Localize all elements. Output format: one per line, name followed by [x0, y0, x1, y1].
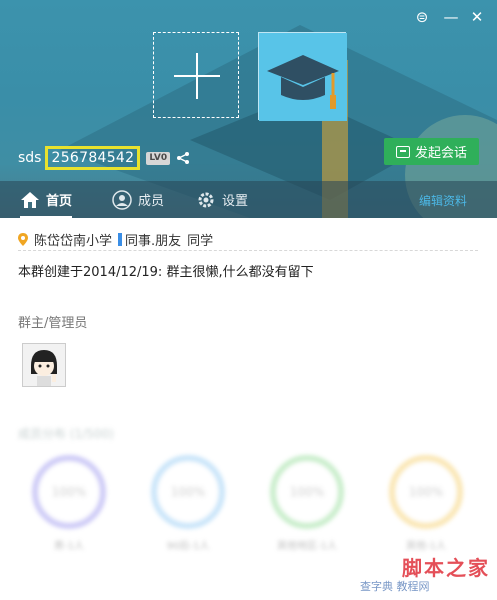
tab-settings[interactable]: 设置 — [196, 181, 248, 218]
region-ring-value: 100% — [289, 485, 325, 499]
group-number[interactable]: 256784542 — [45, 146, 141, 170]
gender-ring: 100% — [32, 455, 106, 529]
gender-ring-label: 男-1人 — [54, 541, 84, 552]
region-ring-label: 其他地区-1人 — [277, 541, 337, 552]
group-avatar[interactable] — [258, 32, 347, 121]
age-ring: 100% — [151, 455, 225, 529]
admin-avatar[interactable] — [22, 343, 66, 387]
group-tags-row: 陈岱岱南小学 同事.朋友 同学 — [18, 229, 478, 251]
tab-members[interactable]: 成员 — [112, 181, 164, 218]
start-chat-button[interactable]: 发起会话 — [384, 138, 479, 165]
admins-section-title: 群主/管理员 — [18, 316, 88, 331]
tab-settings-label: 设置 — [222, 194, 249, 209]
tab-home-label: 首页 — [46, 194, 73, 209]
group-tag: 同事.朋友 — [125, 234, 182, 249]
tag-marker — [118, 233, 123, 246]
tab-members-label: 成员 — [138, 194, 165, 209]
age-ring-label: 90后-1人 — [166, 541, 210, 552]
group-identity-row: sds 256784542 LV0 — [18, 146, 190, 170]
group-header-banner: ⊜ — ✕ sds 256784542 LV0 发起会话 首页 成员 设置 编辑… — [0, 0, 497, 218]
add-photo-button[interactable] — [153, 32, 239, 118]
minimize-icon[interactable]: — — [442, 9, 460, 25]
graduation-cap-icon — [259, 33, 347, 121]
tab-bar: 首页 成员 设置 编辑资料 — [0, 181, 497, 218]
occupation-ring-label: 其他-1人 — [406, 541, 446, 552]
distribution-title: 成员分布 (1/500) — [18, 427, 114, 441]
group-location: 陈岱岱南小学 — [34, 234, 113, 249]
group-tag-extra: 同学 — [187, 234, 214, 249]
watermark-subtitle: 查字典 教程网 — [360, 580, 430, 593]
close-icon[interactable]: ✕ — [468, 9, 486, 25]
share-icon[interactable] — [176, 151, 190, 165]
chat-bubble-icon — [395, 145, 410, 158]
occupation-ring: 100% — [389, 455, 463, 529]
level-badge: LV0 — [146, 151, 171, 165]
age-ring-value: 100% — [170, 485, 206, 499]
pin-window-icon[interactable]: ⊜ — [413, 9, 431, 25]
gear-icon — [198, 192, 214, 207]
watermark-title: 脚本之家 — [402, 556, 490, 580]
home-icon — [21, 191, 39, 208]
group-name: sds — [18, 150, 42, 166]
location-pin-icon — [18, 233, 28, 246]
region-ring: 100% — [270, 455, 344, 529]
site-watermark: 脚本之家 查字典 教程网 — [360, 552, 490, 598]
gender-ring-value: 100% — [51, 485, 87, 499]
cartoon-girl-avatar — [23, 344, 65, 386]
group-intro: 本群创建于2014/12/19: 群主很懒,什么都没有留下 — [18, 265, 314, 280]
occupation-ring-value: 100% — [408, 485, 444, 499]
tab-home[interactable]: 首页 — [20, 181, 73, 218]
start-chat-label: 发起会话 — [414, 146, 467, 161]
edit-profile-link[interactable]: 编辑资料 — [419, 192, 467, 209]
members-icon — [112, 189, 132, 210]
